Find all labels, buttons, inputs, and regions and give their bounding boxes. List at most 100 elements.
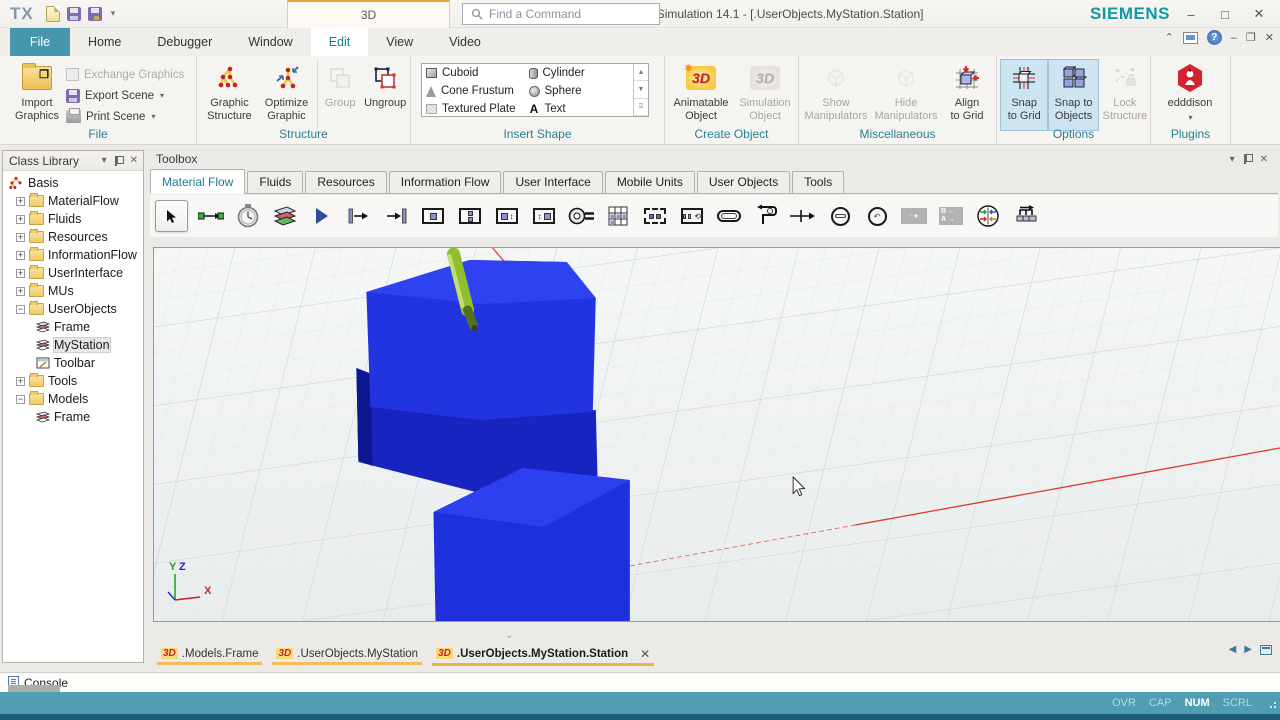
toolbox-tab-fluids[interactable]: Fluids xyxy=(247,171,304,193)
toolbox-tab-user-objects[interactable]: User Objects xyxy=(696,171,791,193)
snap-to-objects-button[interactable]: Snap to Objects xyxy=(1048,59,1099,131)
expand-icon[interactable]: + xyxy=(16,268,25,278)
tool-dismantle-station[interactable]: ↕ xyxy=(530,201,558,231)
toolbox-tab-tools[interactable]: Tools xyxy=(792,171,845,193)
tree-item-userinterface[interactable]: + UserInterface xyxy=(3,264,143,282)
toolbox-tab-mobile-units[interactable]: Mobile Units xyxy=(604,171,695,193)
shape-text[interactable]: A Text xyxy=(529,100,632,118)
tool-pick-and-place[interactable] xyxy=(567,201,595,231)
shape-sphere[interactable]: Sphere xyxy=(528,82,632,100)
mdi-close-icon[interactable]: ✕ xyxy=(1265,31,1274,44)
tool-flow-control[interactable] xyxy=(974,201,1002,231)
export-scene-button[interactable]: Export Scene ▾ xyxy=(66,86,184,105)
mdi-restore-icon[interactable]: ❐ xyxy=(1246,31,1256,44)
doc-tab-models-frame[interactable]: 3D .Models.Frame xyxy=(155,644,264,665)
scroll-tabs-left-icon[interactable]: ◀ xyxy=(1229,644,1237,655)
tab-window[interactable]: Window xyxy=(230,28,310,56)
tool-turntable[interactable] xyxy=(826,201,854,231)
expand-icon[interactable]: + xyxy=(16,214,25,224)
tool-select[interactable] xyxy=(155,200,188,232)
tab-file[interactable]: File xyxy=(10,28,70,56)
gallery-more-icon[interactable]: ⍗ xyxy=(634,99,648,116)
tool-station[interactable] xyxy=(419,201,447,231)
tool-buffer[interactable] xyxy=(641,201,669,231)
save-as-icon[interactable] xyxy=(87,6,102,21)
panel-close-icon[interactable]: ✕ xyxy=(130,155,138,166)
minimize-button[interactable]: – xyxy=(1174,0,1208,28)
customize-toolbar-icon[interactable]: ▾ xyxy=(111,8,116,19)
tree-item-frame[interactable]: Frame xyxy=(3,318,143,336)
tree-item-mus[interactable]: + MUs xyxy=(3,282,143,300)
shape-cylinder[interactable]: Cylinder xyxy=(528,64,632,82)
pin-icon[interactable] xyxy=(114,155,124,166)
search-input[interactable] xyxy=(489,7,659,21)
import-graphics-button[interactable]: ❒ Import Graphics xyxy=(8,60,66,130)
align-to-grid-button[interactable]: Align to Grid xyxy=(941,60,993,130)
tool-assembly-station[interactable]: ↕ xyxy=(493,201,521,231)
tab-video[interactable]: Video xyxy=(431,28,499,56)
tool-frame[interactable] xyxy=(271,201,299,231)
tool-parallel-station[interactable] xyxy=(456,201,484,231)
print-scene-button[interactable]: Print Scene ▾ xyxy=(66,107,184,126)
doc-tab-userobjects-mystation[interactable]: 3D .UserObjects.MyStation xyxy=(270,644,424,665)
tab-debugger[interactable]: Debugger xyxy=(139,28,230,56)
tool-event-controller[interactable] xyxy=(234,201,262,231)
tool-angular-converter[interactable] xyxy=(789,201,817,231)
expand-icon[interactable]: + xyxy=(16,232,25,242)
toolbox-close-icon[interactable]: ✕ xyxy=(1260,154,1268,165)
tab-edit[interactable]: Edit xyxy=(310,28,369,56)
tree-item-toolbar[interactable]: Toolbar xyxy=(3,354,143,372)
expand-icon[interactable]: + xyxy=(16,196,25,206)
graphic-structure-button[interactable]: Graphic Structure xyxy=(201,60,258,130)
tree-item-models-frame[interactable]: Frame xyxy=(3,408,143,426)
tool-transfer[interactable]: ⇢ xyxy=(900,201,928,231)
save-icon[interactable] xyxy=(66,6,81,21)
command-search-box[interactable] xyxy=(462,3,660,25)
tree-item-fluids[interactable]: + Fluids xyxy=(3,210,143,228)
tool-drain[interactable] xyxy=(382,201,410,231)
animatable-object-button[interactable]: ✶ 3D Animatable Object xyxy=(668,60,734,130)
edddison-button[interactable]: edddison ▾ xyxy=(1155,60,1225,130)
screen-layout-icon[interactable] xyxy=(1182,31,1198,44)
tool-sorter[interactable]: ⟲ xyxy=(678,201,706,231)
toolbox-menu-icon[interactable]: ▾ xyxy=(1230,154,1235,165)
tool-exit-control[interactable]: B ← A → xyxy=(937,201,965,231)
tree-item-resources[interactable]: + Resources xyxy=(3,228,143,246)
tool-production-control[interactable] xyxy=(1011,201,1039,231)
tool-line[interactable] xyxy=(715,201,743,231)
collapse-icon[interactable]: − xyxy=(16,394,25,404)
shape-cone-frustum[interactable]: Cone Frustum xyxy=(426,82,529,100)
optimize-graphic-button[interactable]: Optimize Graphic xyxy=(258,60,315,130)
new-model-icon[interactable] xyxy=(45,5,60,22)
toolbox-tab-information-flow[interactable]: Information Flow xyxy=(388,171,502,193)
shape-cuboid[interactable]: Cuboid xyxy=(426,64,529,82)
ungroup-button[interactable]: Ungroup xyxy=(360,60,410,130)
tree-item-models[interactable]: − Models xyxy=(3,390,143,408)
tree-item-userobjects[interactable]: − UserObjects xyxy=(3,300,143,318)
expand-icon[interactable]: + xyxy=(16,376,25,386)
gallery-scroll-down-icon[interactable]: ▼ xyxy=(634,81,648,99)
maximize-button[interactable]: □ xyxy=(1208,0,1242,28)
resize-grip[interactable] xyxy=(1266,698,1276,708)
tool-store[interactable] xyxy=(604,201,632,231)
tree-item-mystation[interactable]: MyStation xyxy=(3,336,143,354)
mdi-minimize-icon[interactable]: – xyxy=(1231,32,1237,44)
tree-item-informationflow[interactable]: + InformationFlow xyxy=(3,246,143,264)
toolbox-tab-resources[interactable]: Resources xyxy=(305,171,387,193)
scroll-tabs-right-icon[interactable]: ▶ xyxy=(1244,644,1252,655)
collapse-icon[interactable]: − xyxy=(16,304,25,314)
help-icon[interactable]: ? xyxy=(1206,30,1222,45)
tree-item-basis[interactable]: Basis xyxy=(3,174,143,192)
tool-track[interactable] xyxy=(752,201,780,231)
snap-to-grid-button[interactable]: Snap to Grid xyxy=(999,59,1049,131)
tree-item-tools[interactable]: + Tools xyxy=(3,372,143,390)
expand-icon[interactable]: + xyxy=(16,286,25,296)
titlebar-3d-tab[interactable]: 3D xyxy=(287,0,450,28)
window-list-icon[interactable] xyxy=(1260,644,1272,655)
tab-view[interactable]: View xyxy=(368,28,431,56)
tool-turnplate[interactable]: ↶ xyxy=(863,201,891,231)
expand-icon[interactable]: + xyxy=(16,250,25,260)
3d-viewport[interactable]: Y Z X xyxy=(153,247,1280,622)
close-button[interactable]: ✕ xyxy=(1242,0,1276,28)
console-tab-stub[interactable] xyxy=(8,685,60,692)
